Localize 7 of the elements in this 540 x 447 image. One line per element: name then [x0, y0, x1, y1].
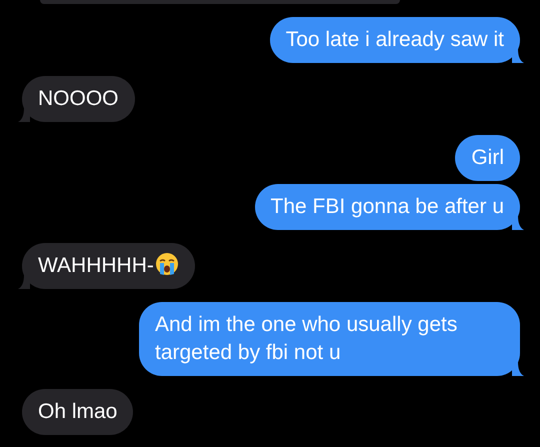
bubble-tail	[18, 108, 30, 122]
bubble-tail	[512, 49, 524, 63]
message-bubble: Girl	[455, 135, 520, 181]
bubble-tail	[512, 362, 524, 376]
message-bubble: Oh lmao	[22, 389, 134, 435]
bubble-tail	[18, 275, 30, 289]
bubble-tail	[512, 216, 524, 230]
